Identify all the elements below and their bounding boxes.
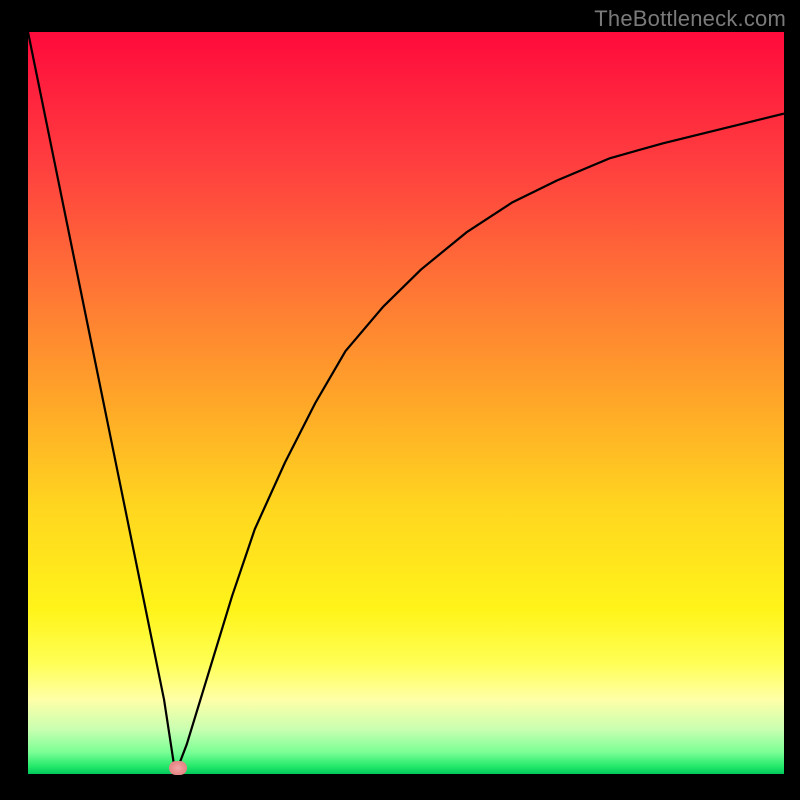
plot-area — [28, 32, 784, 774]
bottleneck-curve — [28, 32, 784, 774]
chart-frame: TheBottleneck.com — [0, 0, 800, 800]
optimal-point-marker — [169, 761, 187, 775]
watermark-text: TheBottleneck.com — [594, 6, 786, 32]
